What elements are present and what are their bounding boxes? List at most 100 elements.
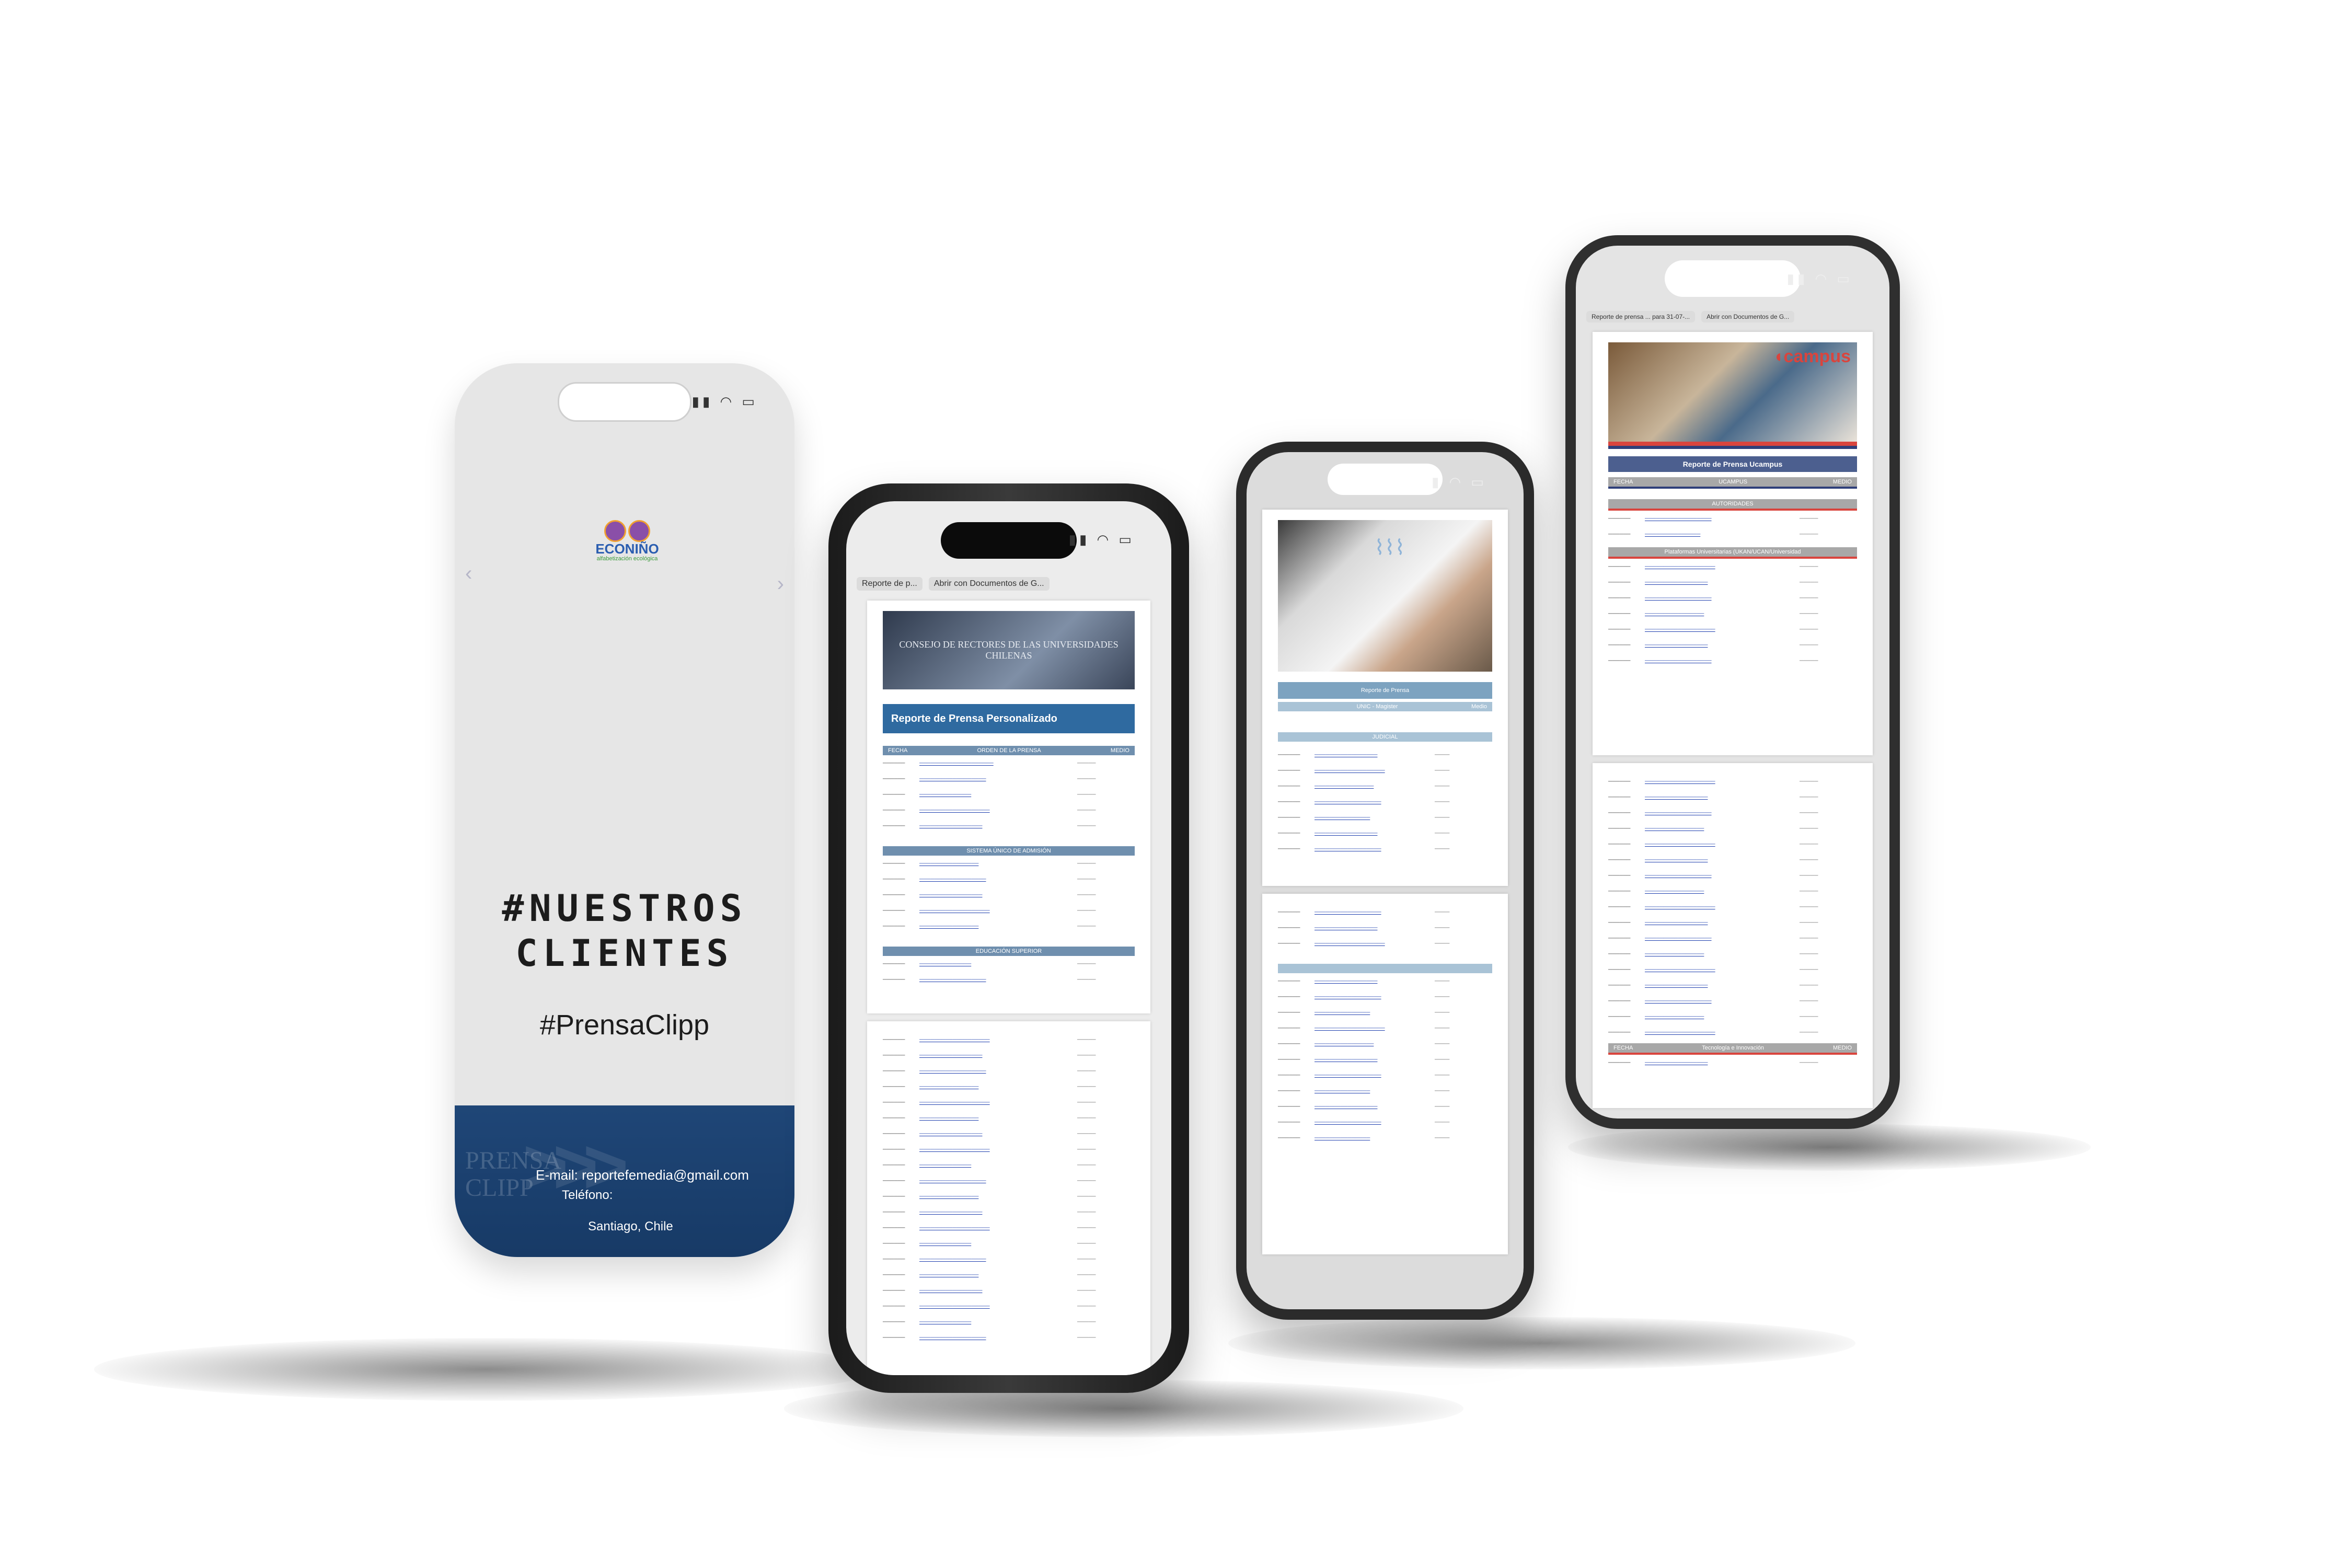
table-row[interactable]: ──────────────────────────── bbox=[1608, 1055, 1857, 1070]
table-row[interactable]: ───────────────────────────── bbox=[1608, 590, 1857, 606]
table-row[interactable]: ────── ─────────────────── ───── bbox=[1608, 621, 1857, 637]
table-row[interactable]: ───────────────────────── bbox=[1278, 1083, 1492, 1099]
table-row[interactable]: ─────────────────────────── bbox=[883, 1189, 1135, 1204]
table-row[interactable]: ───────────────────────── bbox=[1278, 1130, 1492, 1146]
table-row[interactable]: ────── ─────────────────── ───── bbox=[1608, 559, 1857, 574]
table-row[interactable]: ───────────────────────────── bbox=[1278, 763, 1492, 778]
table-row[interactable]: ───────────────────────────── bbox=[883, 1063, 1135, 1079]
table-row[interactable]: ───────────────────────────── bbox=[883, 1330, 1135, 1345]
table-row[interactable]: ───────────────────────────── bbox=[1608, 805, 1857, 821]
table-row[interactable]: ──────────────────────────── bbox=[1608, 915, 1857, 930]
table-row[interactable]: ───────────────────────── bbox=[883, 1314, 1135, 1330]
chevron-left-icon[interactable]: ‹ bbox=[465, 562, 472, 585]
table-row[interactable]: ───────────────────────── bbox=[1278, 810, 1492, 825]
logo-word: ECONIÑO bbox=[595, 541, 659, 557]
status-icons: ▮▮ ◠ ▭ bbox=[691, 394, 758, 409]
econino-logo: ECONIÑO alfabetización ecológica bbox=[591, 520, 664, 562]
table-row[interactable]: ────── ─────────────────── ───── bbox=[883, 1094, 1135, 1110]
section-header: UNIC - Magister Medio bbox=[1278, 702, 1492, 711]
table-row[interactable]: ─────────────────────────── bbox=[1608, 821, 1857, 836]
table-row[interactable]: ────── ──────────────────── ───── bbox=[883, 755, 1135, 771]
table-row[interactable]: ──────────────────────────── bbox=[883, 1204, 1135, 1220]
table-row[interactable]: ────── ─────────────────── ───── bbox=[883, 1220, 1135, 1236]
tab-report[interactable]: Reporte de p... bbox=[857, 577, 923, 591]
table-row[interactable]: ─────────────────────────── bbox=[1278, 1099, 1492, 1114]
headline-line1: #NUESTROS bbox=[502, 887, 747, 930]
table-row[interactable]: ─────────────────────────── bbox=[883, 918, 1135, 934]
table-row[interactable]: ────────────────────────── bbox=[1278, 778, 1492, 794]
table-row[interactable]: ──────────────────────────── bbox=[883, 1283, 1135, 1298]
table-row[interactable]: ───────────────────────────── bbox=[1278, 936, 1492, 951]
table-row[interactable]: ─────────────────────────── bbox=[1608, 606, 1857, 621]
rows-page1: ────── ───────────────── ──── ────── ──────… bbox=[1262, 742, 1508, 857]
contact-panel: >>> PRENSA CLIPP E-mail: reportefemedia@… bbox=[455, 1105, 794, 1257]
chevron-right-icon[interactable]: › bbox=[777, 572, 784, 596]
table-row[interactable]: ───────────────────────────── bbox=[883, 972, 1135, 987]
table-row[interactable]: ──────────────────────────── bbox=[1278, 1067, 1492, 1083]
table-row[interactable]: ────── ─────────────────── ───── bbox=[883, 1142, 1135, 1157]
table-row[interactable]: ─────────────────────────── bbox=[1278, 825, 1492, 841]
table-row[interactable]: ─────────────────────────── bbox=[1278, 973, 1492, 989]
tab-open-with[interactable]: Abrir con Documentos de G... bbox=[1701, 311, 1795, 322]
table-row[interactable]: ───────────────────────── bbox=[883, 1236, 1135, 1251]
table-row[interactable]: ──────────────────────────── bbox=[1608, 977, 1857, 993]
table-row[interactable]: ───────────────────────────── bbox=[1608, 511, 1857, 526]
table-row[interactable]: ──────────────────────────── bbox=[883, 887, 1135, 903]
table-row[interactable]: ─────────────────────────── bbox=[883, 1079, 1135, 1094]
table-row[interactable]: ─────────────────────────── bbox=[883, 856, 1135, 871]
table-row[interactable]: ────── ─────────────────── ───── bbox=[1608, 962, 1857, 977]
table-row[interactable]: ──────────────────────────── bbox=[1278, 989, 1492, 1005]
table-row[interactable]: ──────────────────────────── bbox=[883, 1047, 1135, 1063]
table-row[interactable]: ────── ─────────────────── ───── bbox=[883, 802, 1135, 818]
table-row[interactable]: ───────────────────────── bbox=[883, 956, 1135, 972]
table-row[interactable]: ─────────────────────────── bbox=[1278, 920, 1492, 936]
table-row[interactable]: ─────────────────────────── bbox=[1608, 1009, 1857, 1024]
table-row[interactable]: ──────────────────────────── bbox=[883, 1126, 1135, 1142]
table-row[interactable]: ────── ─────────────────── ───── bbox=[883, 1298, 1135, 1314]
col-media: Medio bbox=[1471, 704, 1487, 710]
table-row[interactable]: ─────────────────────────── bbox=[1278, 1052, 1492, 1067]
table-row[interactable]: ───────────────────────────── bbox=[1608, 930, 1857, 946]
table-row[interactable]: ────── ─────────────────── ───── bbox=[1608, 899, 1857, 915]
photo-caption-glyph: ⌇⌇⌇ bbox=[1374, 536, 1405, 559]
rows-section3: ────── ─────────────────── ───── ────── ───… bbox=[1593, 559, 1873, 668]
table-row[interactable]: ────────────────────────── bbox=[1278, 1036, 1492, 1052]
table-row[interactable]: ───────────────────────────── bbox=[1608, 653, 1857, 668]
table-row[interactable]: ───────────────────────────── bbox=[1278, 1020, 1492, 1036]
table-row[interactable]: ────── ─────────────────── ───── bbox=[1608, 774, 1857, 789]
table-row[interactable]: ────────────────────────── bbox=[1608, 526, 1857, 542]
table-row[interactable]: ──────────────────────────── bbox=[1278, 794, 1492, 810]
table-row[interactable]: ────── ─────────────────── ───── bbox=[1608, 836, 1857, 852]
table-row[interactable]: ──────────────────────────── bbox=[1608, 574, 1857, 590]
table-row[interactable]: ──────────────────────────── bbox=[1608, 852, 1857, 868]
table-row[interactable]: ───────────────────────── bbox=[883, 787, 1135, 802]
table-row[interactable]: ──────────────────────────── bbox=[1608, 789, 1857, 805]
table-row[interactable]: ───────────────────────────── bbox=[1608, 993, 1857, 1009]
contact-email[interactable]: E-mail: reportefemedia@gmail.com bbox=[536, 1167, 749, 1183]
table-row[interactable]: ─────────────────────────── bbox=[1608, 946, 1857, 962]
section-header: JUDICIAL bbox=[1278, 732, 1492, 742]
table-row[interactable]: ──────────────────────────── bbox=[1278, 1114, 1492, 1130]
table-row[interactable]: ───────────────────────────── bbox=[883, 1251, 1135, 1267]
table-row[interactable]: ────── ─────────────────── ───── bbox=[883, 1032, 1135, 1047]
tab-open-with[interactable]: Abrir con Documentos de G... bbox=[928, 577, 1050, 591]
table-row[interactable]: ───────────────────────────── bbox=[883, 771, 1135, 787]
table-row[interactable]: ──────────────────────────── bbox=[1278, 904, 1492, 920]
table-row[interactable]: ──────────────────────────── bbox=[883, 818, 1135, 834]
table-row[interactable]: ────── ─────────────────── ───── bbox=[1608, 1024, 1857, 1040]
col-media: MEDIO bbox=[1110, 747, 1129, 754]
table-row[interactable]: ────── ─────────────────── ───── bbox=[883, 903, 1135, 918]
table-row[interactable]: ─────────────────────────── bbox=[1278, 747, 1492, 763]
tab-report[interactable]: Reporte de prensa ... para 31-07-... bbox=[1586, 311, 1696, 322]
table-row[interactable]: ───────────────────────── bbox=[883, 1157, 1135, 1173]
table-row[interactable]: ─────────────────────────── bbox=[883, 1267, 1135, 1283]
table-row[interactable]: ───────────────────────── bbox=[1278, 1005, 1492, 1020]
ucampus-brand-text: campus bbox=[1783, 347, 1851, 366]
table-row[interactable]: ───────────────────────────── bbox=[883, 1173, 1135, 1189]
table-row[interactable]: ───────────────────────────── bbox=[883, 871, 1135, 887]
table-row[interactable]: ─────────────────────────── bbox=[1608, 883, 1857, 899]
table-row[interactable]: ─────────────────────────── bbox=[883, 1110, 1135, 1126]
table-row[interactable]: ───────────────────────────── bbox=[1608, 868, 1857, 883]
table-row[interactable]: ──────────────────────────── bbox=[1608, 637, 1857, 653]
table-row[interactable]: ──────────────────────────── bbox=[1278, 841, 1492, 857]
